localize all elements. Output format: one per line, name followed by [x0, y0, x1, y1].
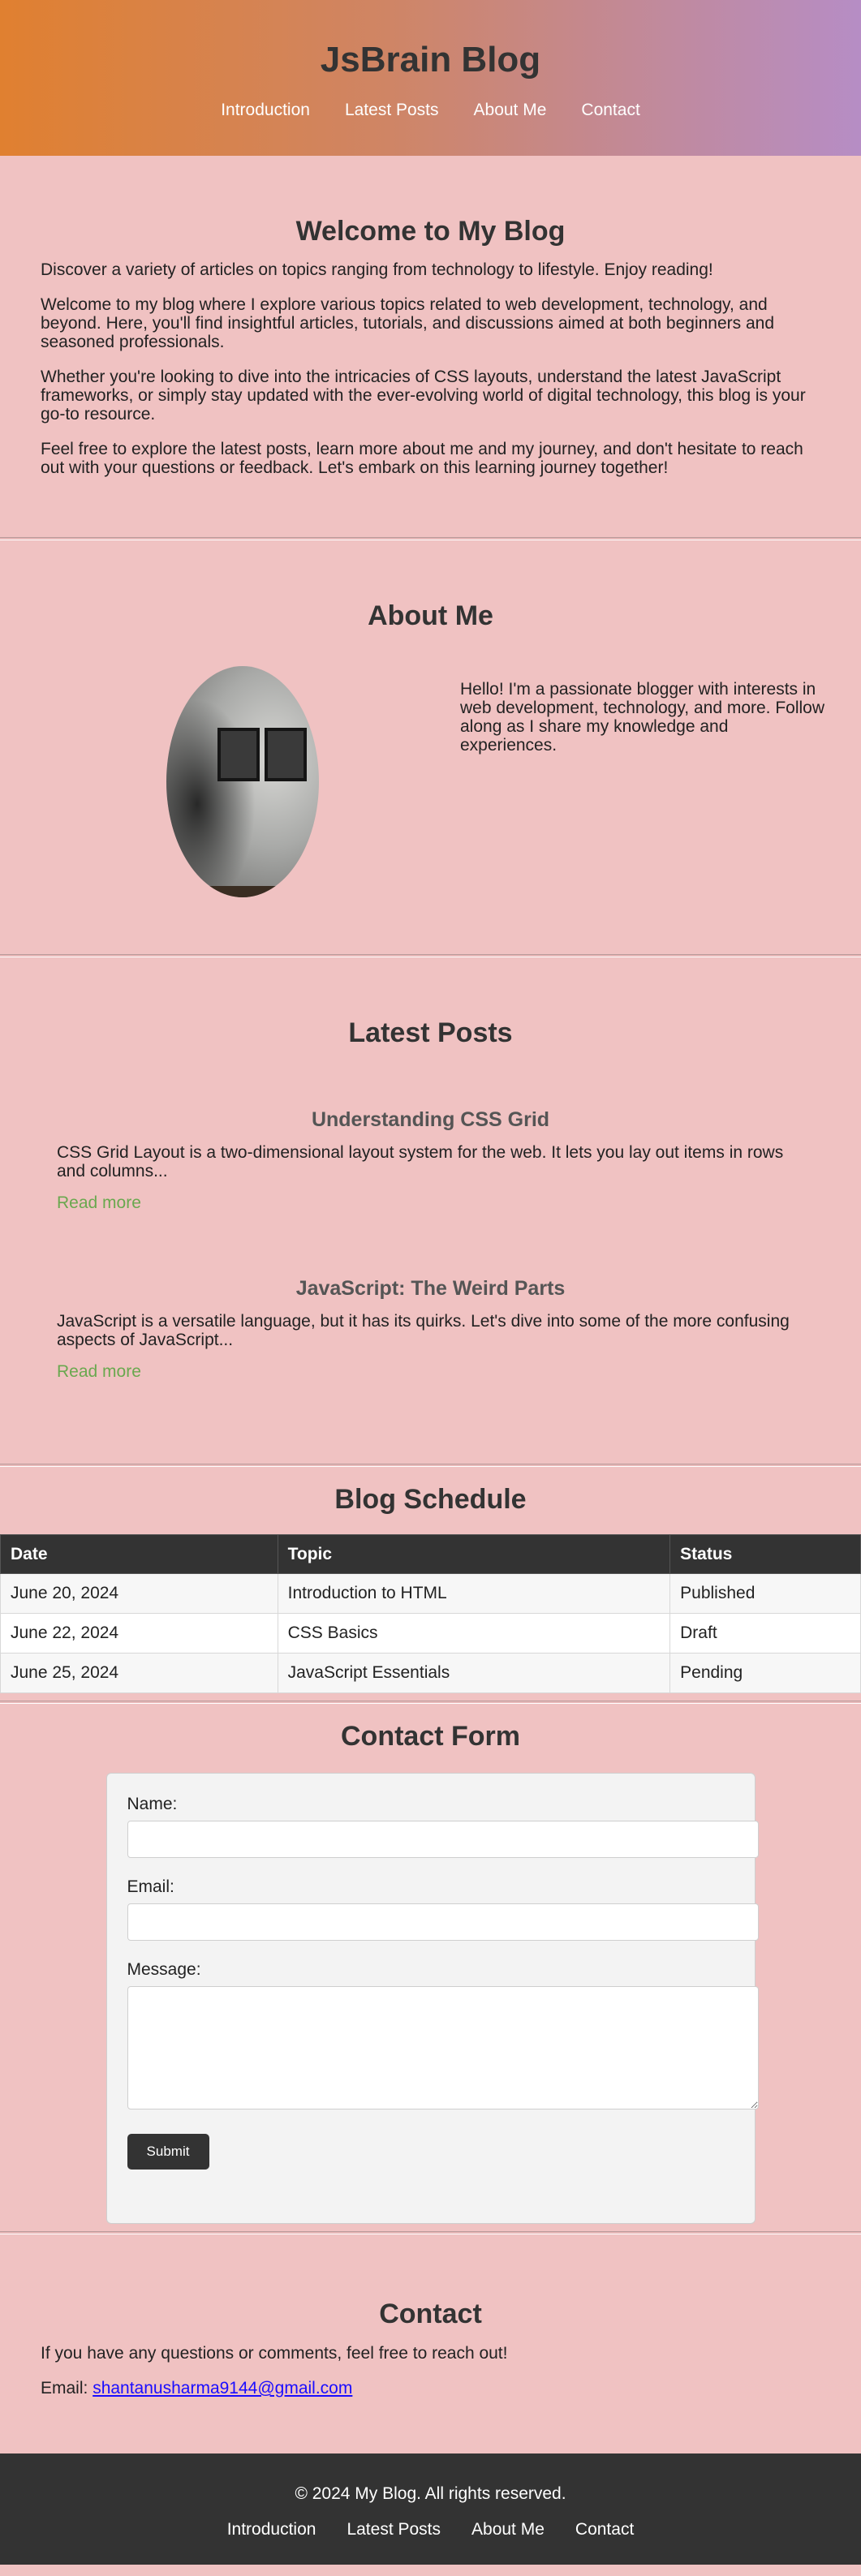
- profile-photo: [166, 666, 319, 897]
- column-header-topic: Topic: [277, 1534, 671, 1574]
- contact-title: Contact: [379, 2299, 482, 2329]
- cell-date: June 25, 2024: [0, 1653, 278, 1693]
- footer-nav: Introduction Latest Posts About Me Conta…: [0, 2520, 861, 2539]
- welcome-section: Welcome to My Blog Discover a variety of…: [0, 156, 861, 537]
- nav-contact[interactable]: Contact: [581, 101, 639, 120]
- footer-nav-contact[interactable]: Contact: [575, 2520, 634, 2539]
- post-excerpt: JavaScript is a versatile language, but …: [57, 1312, 790, 1349]
- main-nav: Introduction Latest Posts About Me Conta…: [0, 101, 861, 120]
- post-title: Understanding CSS Grid: [311, 1108, 550, 1131]
- site-footer: © 2024 My Blog. All rights reserved. Int…: [0, 2453, 861, 2565]
- table-header-row: Date Topic Status: [0, 1534, 861, 1574]
- message-field[interactable]: [127, 1986, 759, 2109]
- photo-frame-left: [217, 728, 260, 781]
- post-card: Understanding CSS Grid CSS Grid Layout i…: [0, 1107, 861, 1213]
- about-row: Hello! I'm a passionate blogger with int…: [0, 666, 861, 897]
- footer-nav-about-me[interactable]: About Me: [471, 2520, 545, 2539]
- name-label: Name:: [127, 1795, 178, 1813]
- nav-introduction[interactable]: Introduction: [221, 101, 310, 120]
- latest-posts-section: Latest Posts Understanding CSS Grid CSS …: [0, 957, 861, 1464]
- name-field[interactable]: [127, 1821, 759, 1858]
- read-more-link[interactable]: Read more: [57, 1193, 141, 1213]
- latest-posts-title: Latest Posts: [348, 1017, 513, 1048]
- welcome-title: Welcome to My Blog: [295, 216, 566, 247]
- photo-floor: [166, 886, 319, 897]
- read-more-link[interactable]: Read more: [57, 1362, 141, 1382]
- about-section: About Me Hello! I'm a passionate blogger…: [0, 540, 861, 954]
- email-link[interactable]: shantanusharma9144@gmail.com: [93, 2379, 352, 2398]
- column-header-status: Status: [669, 1534, 861, 1574]
- welcome-paragraph: Discover a variety of articles on topics…: [41, 260, 713, 279]
- site-title: JsBrain Blog: [320, 40, 541, 80]
- cell-status: Pending: [669, 1653, 861, 1693]
- cell-date: June 20, 2024: [0, 1573, 278, 1614]
- photo-frame-right: [264, 728, 307, 781]
- welcome-paragraph: Feel free to explore the latest posts, l…: [41, 440, 803, 477]
- email-label: Email:: [127, 1877, 174, 1896]
- welcome-paragraph: Welcome to my blog where I explore vario…: [41, 295, 775, 351]
- site-header: JsBrain Blog Introduction Latest Posts A…: [0, 0, 861, 156]
- about-title: About Me: [368, 600, 493, 631]
- email-prefix: Email:: [41, 2379, 93, 2398]
- post-title: JavaScript: The Weird Parts: [295, 1277, 566, 1300]
- table-row: June 22, 2024 CSS Basics Draft: [0, 1613, 861, 1654]
- footer-nav-latest-posts[interactable]: Latest Posts: [347, 2520, 441, 2539]
- about-photo-column: [0, 666, 452, 897]
- submit-button[interactable]: Submit: [127, 2134, 209, 2170]
- cell-topic: JavaScript Essentials: [277, 1653, 671, 1693]
- cell-date: June 22, 2024: [0, 1613, 278, 1654]
- nav-about-me[interactable]: About Me: [474, 101, 547, 120]
- column-header-date: Date: [0, 1534, 278, 1574]
- message-label: Message:: [127, 1960, 201, 1979]
- contact-form-section: Contact Form Name: Email: Message: Submi…: [0, 1704, 861, 2231]
- email-field[interactable]: [127, 1903, 759, 1941]
- about-text: Hello! I'm a passionate blogger with int…: [460, 680, 825, 755]
- contact-section: Contact If you have any questions or com…: [0, 2234, 861, 2453]
- cell-status: Published: [669, 1573, 861, 1614]
- nav-latest-posts[interactable]: Latest Posts: [345, 101, 439, 120]
- schedule-table: Date Topic Status June 20, 2024 Introduc…: [0, 1534, 861, 1693]
- blog-schedule-section: Blog Schedule Date Topic Status June 20,…: [0, 1467, 861, 1701]
- schedule-title: Blog Schedule: [334, 1484, 527, 1515]
- cell-status: Draft: [669, 1613, 861, 1654]
- table-row: June 25, 2024 JavaScript Essentials Pend…: [0, 1653, 861, 1693]
- post-excerpt: CSS Grid Layout is a two-dimensional lay…: [57, 1143, 784, 1180]
- copyright-text: © 2024 My Blog. All rights reserved.: [295, 2484, 566, 2503]
- contact-form-title: Contact Form: [341, 1721, 520, 1752]
- post-card: JavaScript: The Weird Parts JavaScript i…: [0, 1276, 861, 1382]
- contact-email-line: Email: shantanusharma9144@gmail.com: [41, 2379, 820, 2398]
- cell-topic: CSS Basics: [277, 1613, 671, 1654]
- table-row: June 20, 2024 Introduction to HTML Publi…: [0, 1573, 861, 1614]
- contact-form: Name: Email: Message: Submit: [105, 1773, 759, 2224]
- cell-topic: Introduction to HTML: [277, 1573, 671, 1614]
- contact-text: If you have any questions or comments, f…: [41, 2344, 508, 2363]
- footer-nav-introduction[interactable]: Introduction: [227, 2520, 316, 2539]
- welcome-paragraph: Whether you're looking to dive into the …: [41, 368, 806, 424]
